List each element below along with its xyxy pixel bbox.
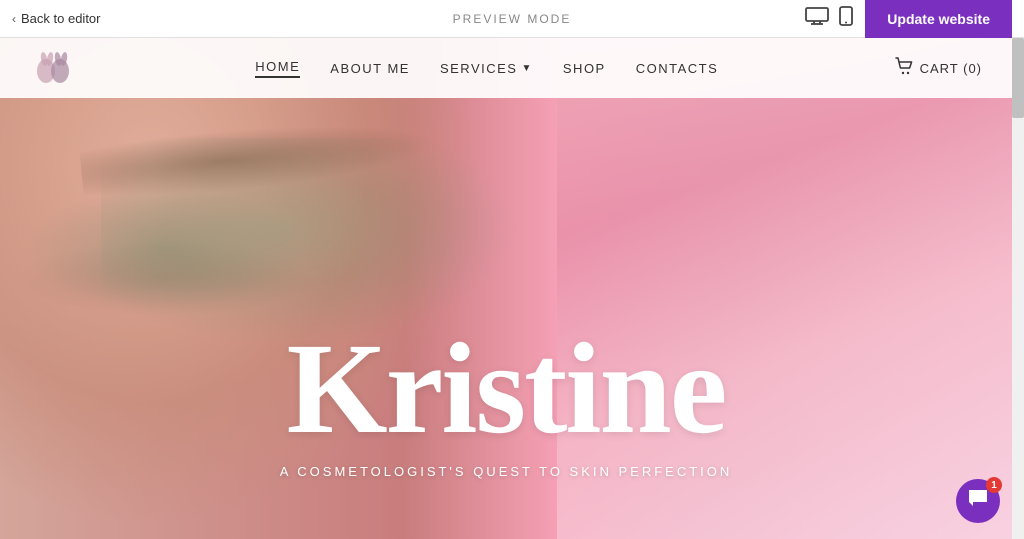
mobile-icon[interactable] [839, 6, 853, 31]
back-chevron-icon: ‹ [12, 12, 16, 26]
site-logo[interactable] [30, 48, 80, 88]
chat-icon [967, 488, 989, 514]
back-to-editor-label: Back to editor [21, 11, 101, 26]
nav-item-shop[interactable]: SHOP [563, 61, 606, 76]
site-navigation: HOME ABOUT ME SERVICES ▼ SHOP CONTACTS [0, 38, 1012, 98]
chat-badge: 1 [986, 477, 1002, 493]
update-website-button[interactable]: Update website [865, 0, 1012, 38]
top-bar: ‹ Back to editor PREVIEW MODE [0, 0, 1024, 38]
hero-title: Kristine [0, 324, 1012, 454]
nav-cart[interactable]: CART (0) [894, 56, 982, 81]
preview-area: Kristine A COSMETOLOGIST'S QUEST TO SKIN… [0, 38, 1024, 539]
desktop-icon[interactable] [805, 7, 829, 30]
back-to-editor-link[interactable]: ‹ Back to editor [12, 11, 101, 26]
scrollbar-track[interactable] [1012, 38, 1024, 539]
device-icons [805, 6, 853, 31]
cart-label: CART (0) [920, 61, 982, 76]
nav-item-about[interactable]: ABOUT ME [330, 61, 410, 76]
nav-item-contacts[interactable]: CONTACTS [636, 61, 719, 76]
services-dropdown-arrow: ▼ [521, 63, 532, 74]
right-controls: Update website [805, 0, 1012, 38]
hero-subtitle: A COSMETOLOGIST'S QUEST TO SKIN PERFECTI… [0, 464, 1012, 479]
preview-mode-label: PREVIEW MODE [453, 12, 572, 26]
nav-item-services[interactable]: SERVICES ▼ [440, 61, 533, 76]
scrollbar-thumb[interactable] [1012, 38, 1024, 118]
hero-section: Kristine A COSMETOLOGIST'S QUEST TO SKIN… [0, 38, 1012, 539]
cart-icon [894, 56, 914, 81]
nav-item-home[interactable]: HOME [255, 59, 300, 78]
nav-links: HOME ABOUT ME SERVICES ▼ SHOP CONTACTS [255, 59, 718, 78]
hero-text: Kristine A COSMETOLOGIST'S QUEST TO SKIN… [0, 324, 1012, 479]
logo-svg [30, 48, 80, 88]
chat-button[interactable]: 1 [956, 479, 1000, 523]
